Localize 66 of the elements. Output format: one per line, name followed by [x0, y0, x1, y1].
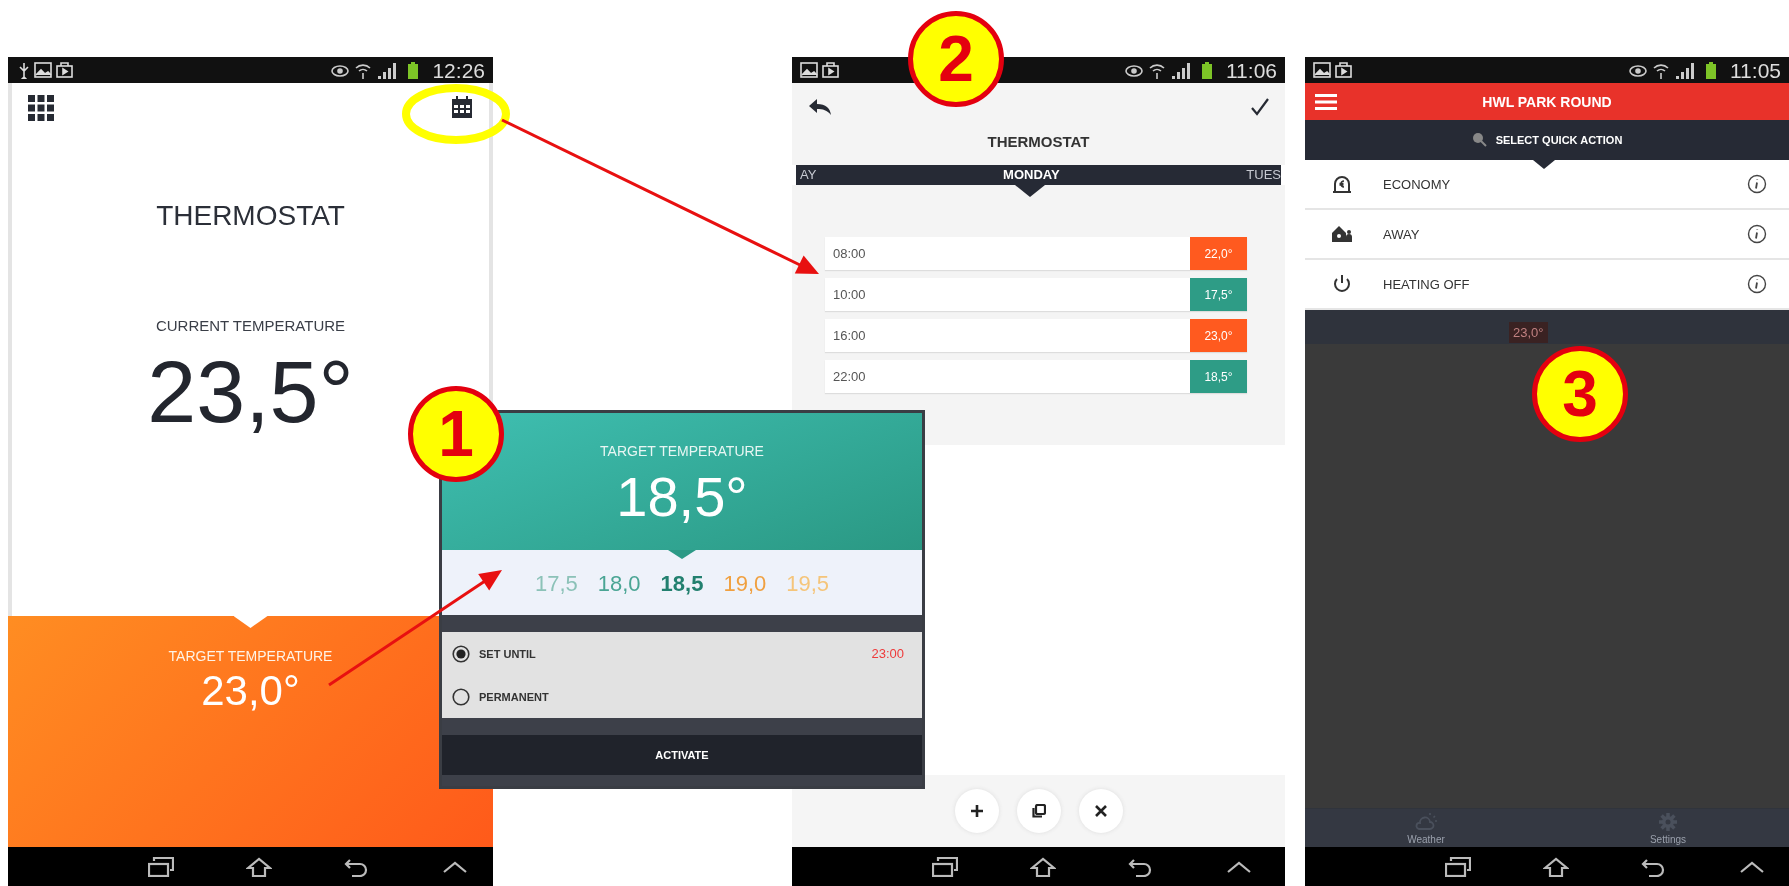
temperature-badge: 22,0°	[1190, 237, 1247, 270]
current-temperature-label: CURRENT TEMPERATURE	[155, 316, 346, 334]
back-arrow-icon[interactable]	[808, 97, 832, 116]
recent-apps-icon[interactable]	[148, 856, 174, 877]
info-icon[interactable]	[1747, 224, 1767, 244]
schedule-entry[interactable]: 16:00 23,0°	[825, 319, 1247, 352]
tab-label[interactable]: Weather	[1407, 834, 1445, 845]
copy-icon	[1031, 804, 1046, 818]
delete-button[interactable]	[1078, 789, 1123, 833]
day-tab[interactable]: TUES	[1246, 165, 1281, 185]
day-tab[interactable]: MONDAY	[1003, 165, 1060, 185]
option-label: PERMANENT	[479, 690, 550, 703]
action-label: HEATING OFF	[1383, 276, 1471, 292]
day-tab[interactable]: AY	[800, 165, 817, 185]
schedule-entry[interactable]: 08:00 22,0°	[825, 237, 1247, 270]
radio-option[interactable]: PERMANENT	[452, 675, 904, 718]
temperature-badge: 23,0°	[1190, 319, 1247, 352]
info-icon[interactable]	[1747, 174, 1767, 194]
header-title: HWL PARK ROUND	[1481, 93, 1613, 110]
quick-action-item[interactable]: AWAY	[1305, 210, 1789, 260]
home-icon[interactable]	[246, 856, 272, 877]
copy-button[interactable]	[1016, 789, 1061, 833]
action-label: ECONOMY	[1383, 176, 1452, 192]
target-temperature-value: 23,0°	[201, 670, 300, 712]
calendar-icon[interactable]	[451, 95, 473, 119]
status-time: 11:06	[1226, 59, 1277, 81]
back-icon[interactable]	[344, 856, 370, 877]
status-time: 12:26	[432, 59, 485, 81]
back-icon[interactable]	[1641, 856, 1667, 877]
plus-icon	[969, 804, 984, 818]
screen-title: THERMOSTAT	[156, 199, 345, 233]
temperature-badge: 18,5°	[1190, 360, 1247, 393]
target-temperature-label: TARGET TEMPERATURE	[168, 648, 333, 664]
temperature-badge: 17,5°	[1190, 278, 1247, 311]
schedule-entry[interactable]: 22:00 18,5°	[825, 360, 1247, 393]
current-temperature-value: 23,5°	[147, 347, 354, 436]
quick-action-prompt: SELECT QUICK ACTION	[1495, 134, 1623, 146]
info-icon[interactable]	[1747, 274, 1767, 294]
grid-menu-icon[interactable]	[28, 95, 54, 121]
radio-button[interactable]	[452, 644, 470, 663]
temperature-badge: 23,0°	[1509, 322, 1548, 343]
back-icon[interactable]	[1128, 856, 1154, 877]
status-time: 11:05	[1730, 59, 1781, 81]
power-icon	[1331, 273, 1353, 295]
target-temperature-label: TARGET TEMPERATURE	[600, 443, 764, 459]
recent-apps-icon[interactable]	[1445, 856, 1471, 877]
home-icon[interactable]	[1543, 856, 1569, 877]
activate-button[interactable]: ACTIVATE	[442, 735, 922, 775]
house-person-icon	[1331, 223, 1353, 245]
menu-icon[interactable]	[1315, 93, 1337, 110]
radio-button[interactable]	[452, 687, 470, 706]
action-label: AWAY	[1383, 226, 1421, 242]
temperature-option[interactable]: 18,5	[660, 571, 704, 597]
close-icon	[1093, 804, 1108, 818]
add-button[interactable]	[954, 789, 999, 833]
tab-label[interactable]: Settings	[1649, 834, 1687, 845]
radio-option[interactable]: SET UNTIL 23:00	[452, 632, 904, 675]
option-label: SET UNTIL	[479, 647, 537, 660]
screen-title: THERMOSTAT	[792, 130, 1285, 165]
checkmark-icon[interactable]	[1251, 97, 1269, 116]
quick-action-item[interactable]: ECONOMY	[1305, 160, 1789, 210]
callout-number: 2	[908, 11, 1004, 107]
schedule-entry[interactable]: 10:00 17,5°	[825, 278, 1247, 311]
target-temperature-value: 18,5°	[616, 469, 748, 525]
home-icon[interactable]	[1030, 856, 1056, 877]
recent-apps-icon[interactable]	[932, 856, 958, 877]
